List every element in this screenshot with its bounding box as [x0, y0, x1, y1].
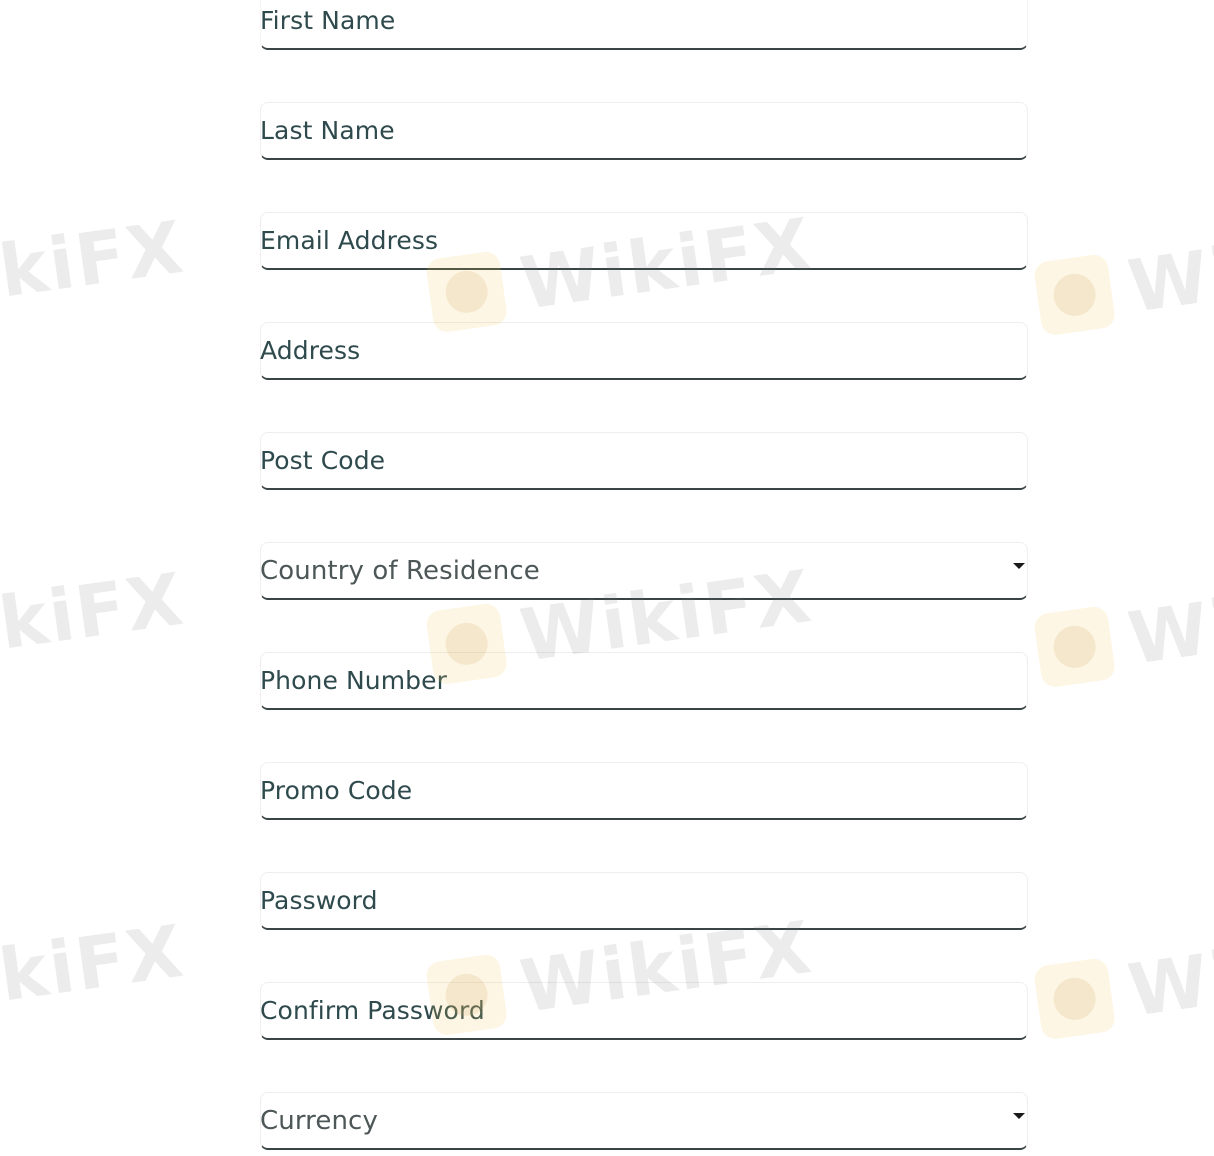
confirm-password-field[interactable]: Confirm Password [260, 982, 1028, 1040]
password-field[interactable]: Password [260, 872, 1028, 930]
caret-down-icon[interactable] [1013, 563, 1025, 569]
wikifx-logo-icon [1032, 957, 1117, 1041]
first-name-label: First Name [260, 6, 396, 35]
last-name-label: Last Name [260, 116, 395, 145]
address-field[interactable]: Address [260, 322, 1028, 380]
promo-code-field[interactable]: Promo Code [260, 762, 1028, 820]
first-name-field[interactable]: First Name [260, 0, 1028, 50]
email-address-label: Email Address [260, 226, 439, 255]
post-code-label: Post Code [260, 446, 386, 475]
promo-code-label: Promo Code [260, 776, 413, 805]
phone-number-label: Phone Number [260, 666, 448, 695]
wikifx-logo-icon [1032, 253, 1117, 337]
watermark-text: Wi [1123, 934, 1214, 1033]
watermark-text: kiFX [0, 556, 190, 666]
watermark: Wi [1032, 231, 1214, 342]
watermark-text: kiFX [0, 204, 190, 314]
watermark: Wi [1032, 935, 1214, 1046]
currency-label: Currency [260, 1105, 378, 1136]
country-of-residence-select[interactable]: Country of Residence [260, 542, 1028, 600]
caret-down-icon[interactable] [1013, 1113, 1025, 1119]
wikifx-logo-icon [1032, 605, 1117, 689]
address-label: Address [260, 336, 361, 365]
watermark-text: Wi [1123, 230, 1214, 329]
watermark-text: Wi [1123, 582, 1214, 681]
confirm-password-label: Confirm Password [260, 996, 485, 1025]
watermark: kiFX [0, 909, 189, 1018]
password-label: Password [260, 886, 378, 915]
post-code-field[interactable]: Post Code [260, 432, 1028, 490]
watermark: Wi [1032, 583, 1214, 694]
last-name-field[interactable]: Last Name [260, 102, 1028, 160]
country-of-residence-label: Country of Residence [260, 555, 540, 586]
watermark: kiFX [0, 557, 189, 666]
currency-select[interactable]: Currency [260, 1092, 1028, 1150]
watermark-text: kiFX [0, 908, 190, 1018]
phone-number-field[interactable]: Phone Number [260, 652, 1028, 710]
email-address-field[interactable]: Email Address [260, 212, 1028, 270]
watermark: kiFX [0, 205, 189, 314]
